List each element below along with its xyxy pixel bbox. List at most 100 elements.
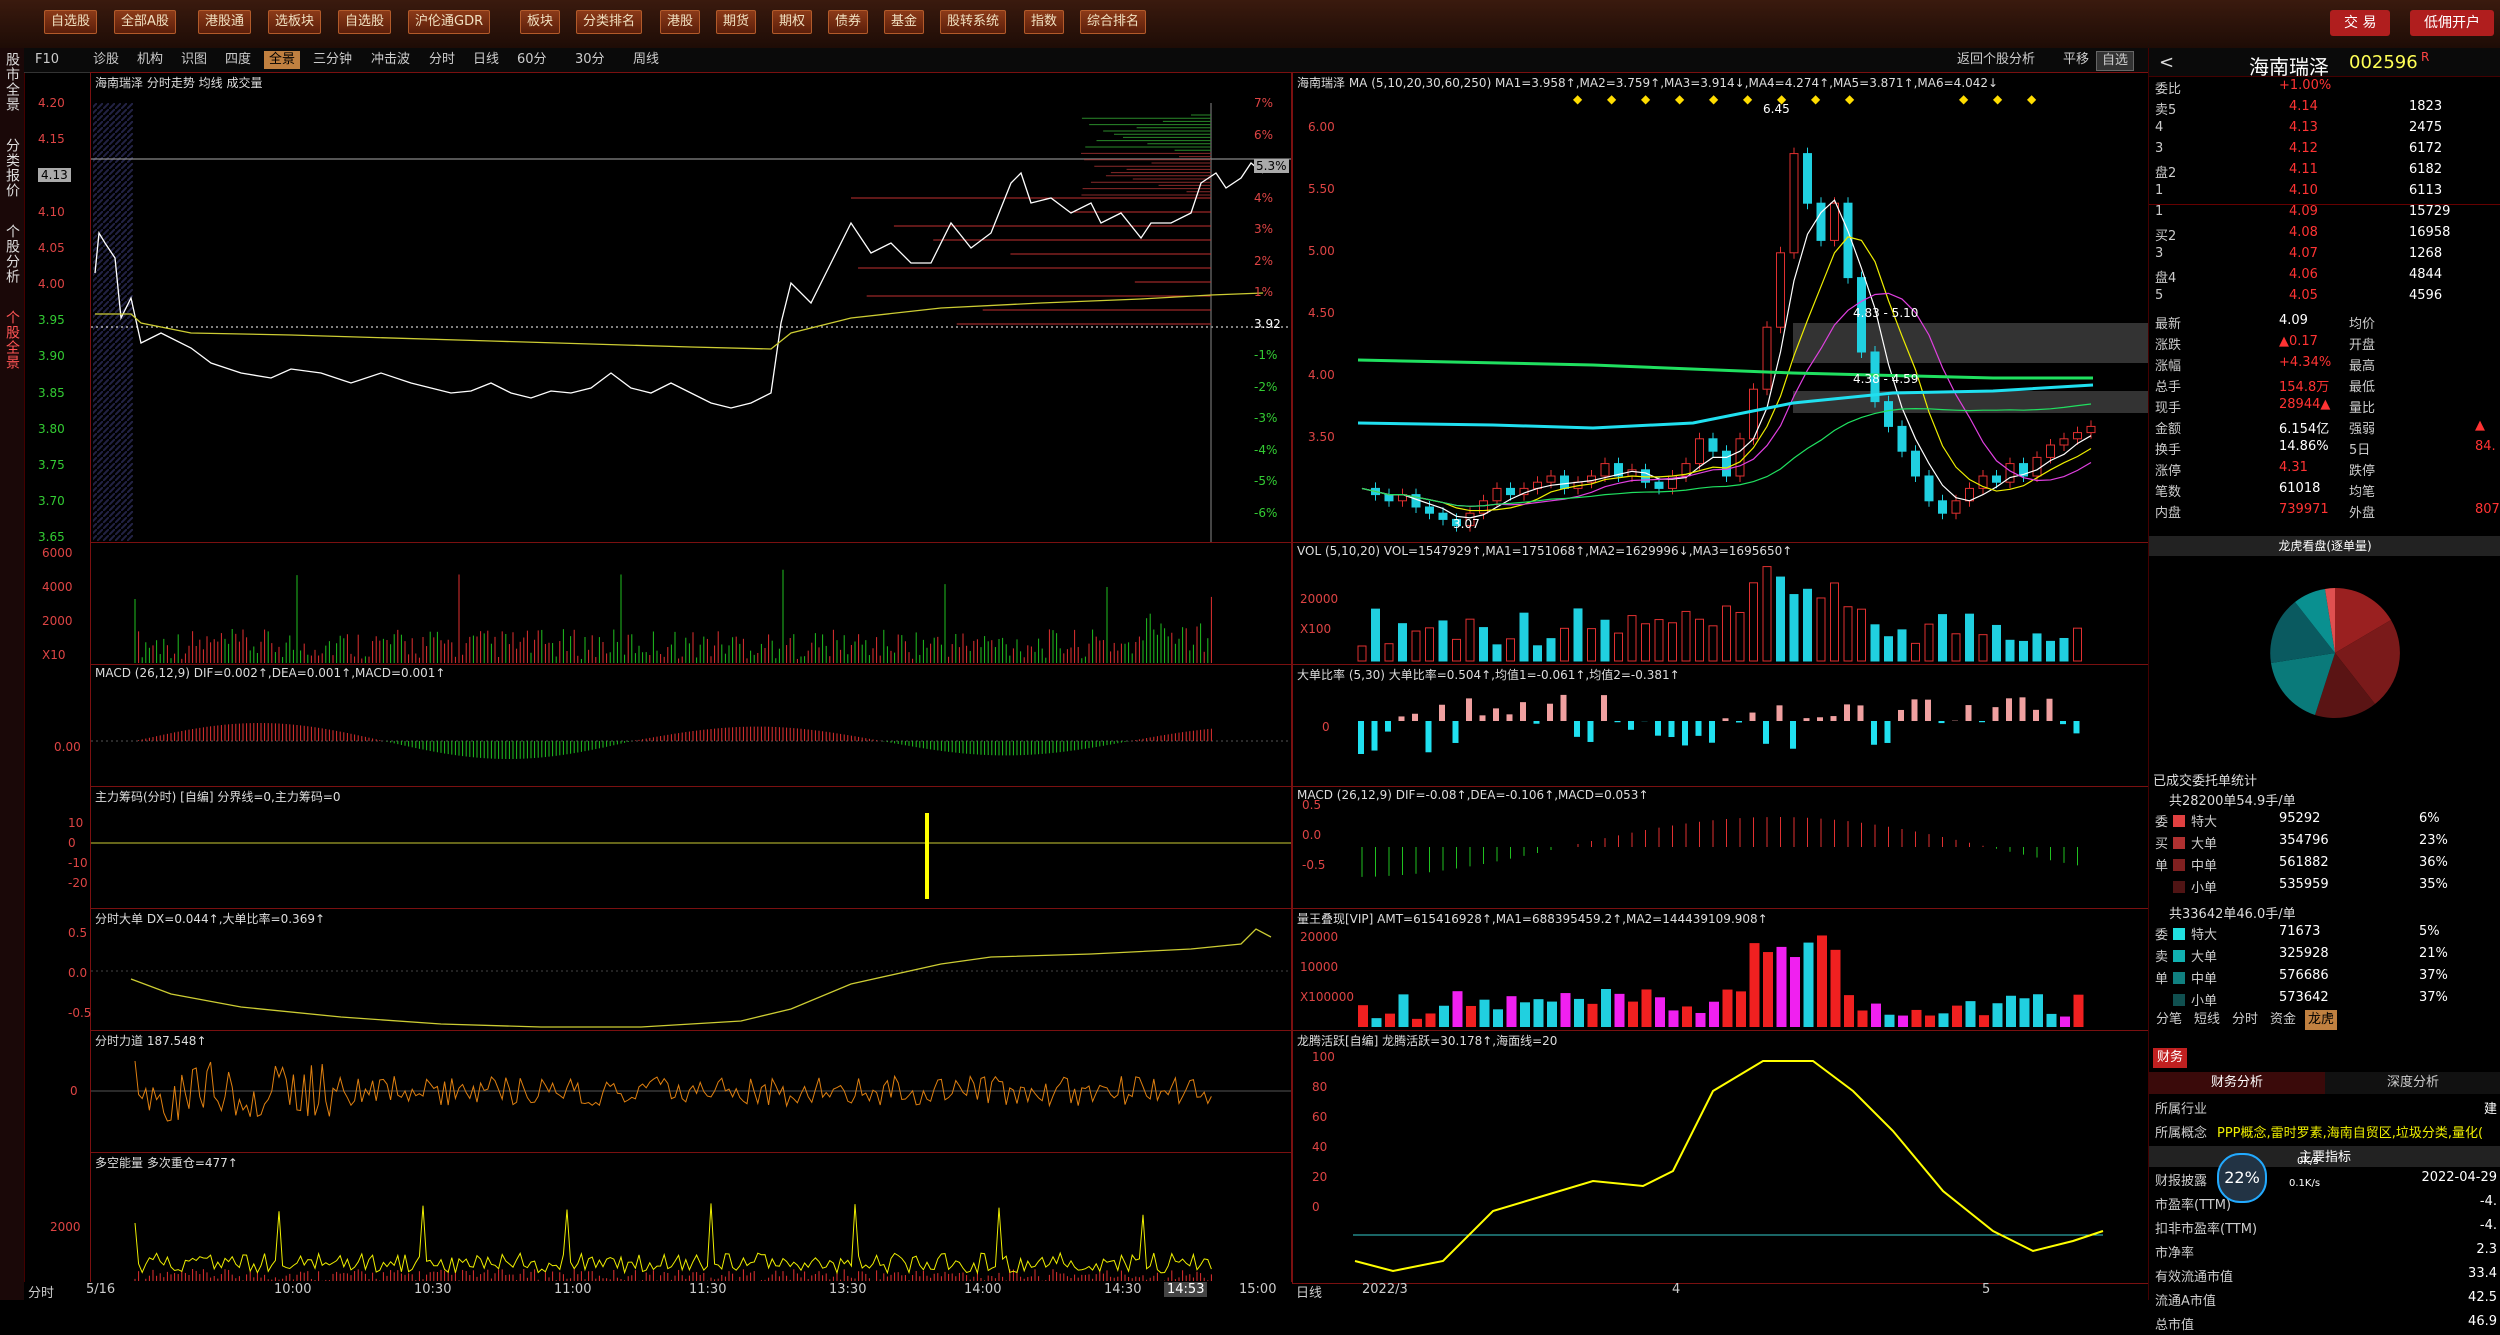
- tab-5[interactable]: 全景: [264, 51, 300, 69]
- menu-item-1[interactable]: 全部A股: [114, 10, 176, 34]
- trade-button[interactable]: 交 易: [2330, 10, 2390, 36]
- menu-item-0[interactable]: 自选股: [44, 10, 97, 34]
- tab-7[interactable]: 冲击波: [366, 51, 415, 69]
- menu-item-9[interactable]: 期货: [716, 10, 756, 34]
- back-to-analysis-link[interactable]: 返回个股分析: [1952, 51, 2040, 69]
- sidebar-item-stock-panorama[interactable]: 个股全景: [2, 310, 22, 370]
- menu-item-8[interactable]: 港股: [660, 10, 700, 34]
- tab-10[interactable]: 60分: [512, 51, 552, 69]
- quote-subtab-0[interactable]: 分笔: [2153, 1010, 2185, 1030]
- amount-chart: [1293, 909, 2149, 1031]
- quote-subtab-1[interactable]: 短线: [2191, 1010, 2223, 1030]
- legend-swatch: [2173, 972, 2185, 984]
- stat-value: 61018: [2279, 481, 2320, 496]
- sidebar-item-market-panorama[interactable]: 股市全景: [2, 52, 22, 112]
- finance-tab[interactable]: 财务: [2153, 1048, 2187, 1068]
- svg-text:◆: ◆: [1959, 92, 1969, 106]
- big-order-tick: 0.5: [68, 926, 87, 940]
- quote-subtab-2[interactable]: 分时: [2229, 1010, 2261, 1030]
- quote-subtab-3[interactable]: 资金: [2267, 1010, 2299, 1030]
- pct-tick: 3%: [1254, 222, 1273, 236]
- bid-price: 4.05: [2289, 288, 2318, 303]
- menu-item-14[interactable]: 指数: [1024, 10, 1064, 34]
- menu-item-5[interactable]: 沪伦通GDR: [408, 10, 490, 34]
- stat-row: 内盘739971外盘807: [2149, 502, 2500, 523]
- quote-panel: < 海南瑞泽 002596 R 委比+1.00%卖54.14182344.132…: [2148, 48, 2500, 1300]
- tab-3[interactable]: 识图: [176, 51, 212, 69]
- watchlist-select[interactable]: 自选: [2096, 51, 2134, 71]
- finance-value: -4.: [2480, 1218, 2497, 1233]
- sidebar-item-stock-analysis[interactable]: 个股分析: [2, 224, 22, 284]
- order-side: 单: [2155, 968, 2168, 987]
- axis-tick: 20000: [1300, 592, 1338, 606]
- daily-price-axis: 6.005.505.004.504.003.50: [1292, 72, 1352, 542]
- tab-8[interactable]: 分时: [424, 51, 460, 69]
- tab-2[interactable]: 机构: [132, 51, 168, 69]
- ask-level: 3: [2155, 141, 2163, 156]
- tab-1[interactable]: 诊股: [88, 51, 124, 69]
- main-chip-tick: -20: [68, 876, 88, 890]
- open-account-button[interactable]: 低佣开户: [2410, 10, 2494, 36]
- finance-label: 所属行业: [2155, 1098, 2207, 1117]
- stat-label: 换手: [2155, 439, 2181, 458]
- multi-energy-panel: 多空能量 多次重仓=477↑: [90, 1152, 1292, 1284]
- force-chart: [91, 1031, 1291, 1153]
- intraday-price-panel: 海南瑞泽 分时走势 均线 成交量: [90, 72, 1292, 544]
- menu-item-12[interactable]: 基金: [884, 10, 924, 34]
- order-volume: 535959: [2279, 877, 2329, 892]
- pan-toggle[interactable]: 平移: [2058, 51, 2094, 69]
- tab-11[interactable]: 30分: [570, 51, 610, 69]
- tab-4[interactable]: 四度: [220, 51, 256, 69]
- price-tick: 3.95: [38, 313, 65, 327]
- concept-list: PPP概念,雷时罗素,海南自贸区,垃圾分类,量化(: [2217, 1122, 2483, 1141]
- menu-item-3[interactable]: 选板块: [268, 10, 321, 34]
- menu-item-4[interactable]: 自选股: [338, 10, 391, 34]
- ask-row: 34.126172: [2149, 141, 2500, 162]
- legend-swatch: [2173, 815, 2185, 827]
- menu-item-11[interactable]: 债券: [828, 10, 868, 34]
- ask-price: 4.10: [2289, 183, 2318, 198]
- deep-analysis-tab[interactable]: 深度分析: [2325, 1072, 2500, 1094]
- menu-item-15[interactable]: 综合排名: [1080, 10, 1146, 34]
- bid-level: 买2: [2155, 225, 2176, 244]
- stat-row: 金额6.154亿强弱▲: [2149, 418, 2500, 439]
- menu-item-10[interactable]: 期权: [772, 10, 812, 34]
- order-side: 买: [2155, 833, 2168, 852]
- bid-price: 4.09: [2289, 204, 2318, 219]
- order-pct: 23%: [2419, 833, 2448, 848]
- dragon-chart: [1293, 1031, 2149, 1283]
- ask-price: 4.13: [2289, 120, 2318, 135]
- net-speed-gauge: 22%: [2217, 1153, 2267, 1203]
- ask-volume: 6172: [2409, 141, 2442, 156]
- axis-tick: 0.5: [1302, 798, 1321, 812]
- big-order-tick: 0.0: [68, 966, 87, 980]
- ask-price: 4.14: [2289, 99, 2318, 114]
- legend-swatch: [2173, 859, 2185, 871]
- menu-item-7[interactable]: 分类排名: [576, 10, 642, 34]
- tab-0[interactable]: F10: [30, 51, 64, 69]
- intraday-macd-chart: [91, 665, 1291, 787]
- daily-volume-title: VOL (5,10,20) VOL=1547929↑,MA1=1751068↑,…: [1297, 544, 1792, 558]
- axis-tick: X100000: [1300, 990, 1354, 1004]
- stat-label: 涨幅: [2155, 355, 2181, 374]
- quote-subtab-4[interactable]: 龙虎: [2305, 1010, 2337, 1030]
- back-chevron-icon[interactable]: <: [2159, 52, 2174, 73]
- menu-item-2[interactable]: 港股通: [198, 10, 251, 34]
- kline-annotation: 4.38 - 4.59: [1853, 372, 1918, 386]
- tab-6[interactable]: 三分钟: [308, 51, 357, 69]
- ask-row: 盘24.116182: [2149, 162, 2500, 183]
- svg-text:◆: ◆: [2027, 92, 2037, 106]
- sidebar-item-category-quotes[interactable]: 分类报价: [2, 138, 22, 198]
- axis-tick: 60: [1312, 1110, 1327, 1124]
- daily-time-tick: 4: [1672, 1282, 1680, 1297]
- finance-label: 总市值: [2155, 1314, 2194, 1333]
- big-order-chart: [91, 909, 1291, 1031]
- menu-item-6[interactable]: 板块: [520, 10, 560, 34]
- finance-analysis-tab[interactable]: 财务分析: [2149, 1072, 2325, 1094]
- tab-9[interactable]: 日线: [468, 51, 504, 69]
- menu-item-13[interactable]: 股转系统: [940, 10, 1006, 34]
- tab-12[interactable]: 周线: [628, 51, 664, 69]
- finance-row: 扣非市盈率(TTM)-4.: [2149, 1218, 2500, 1239]
- stat-label-2: 均笔: [2349, 481, 2375, 500]
- bid-price: 4.07: [2289, 246, 2318, 261]
